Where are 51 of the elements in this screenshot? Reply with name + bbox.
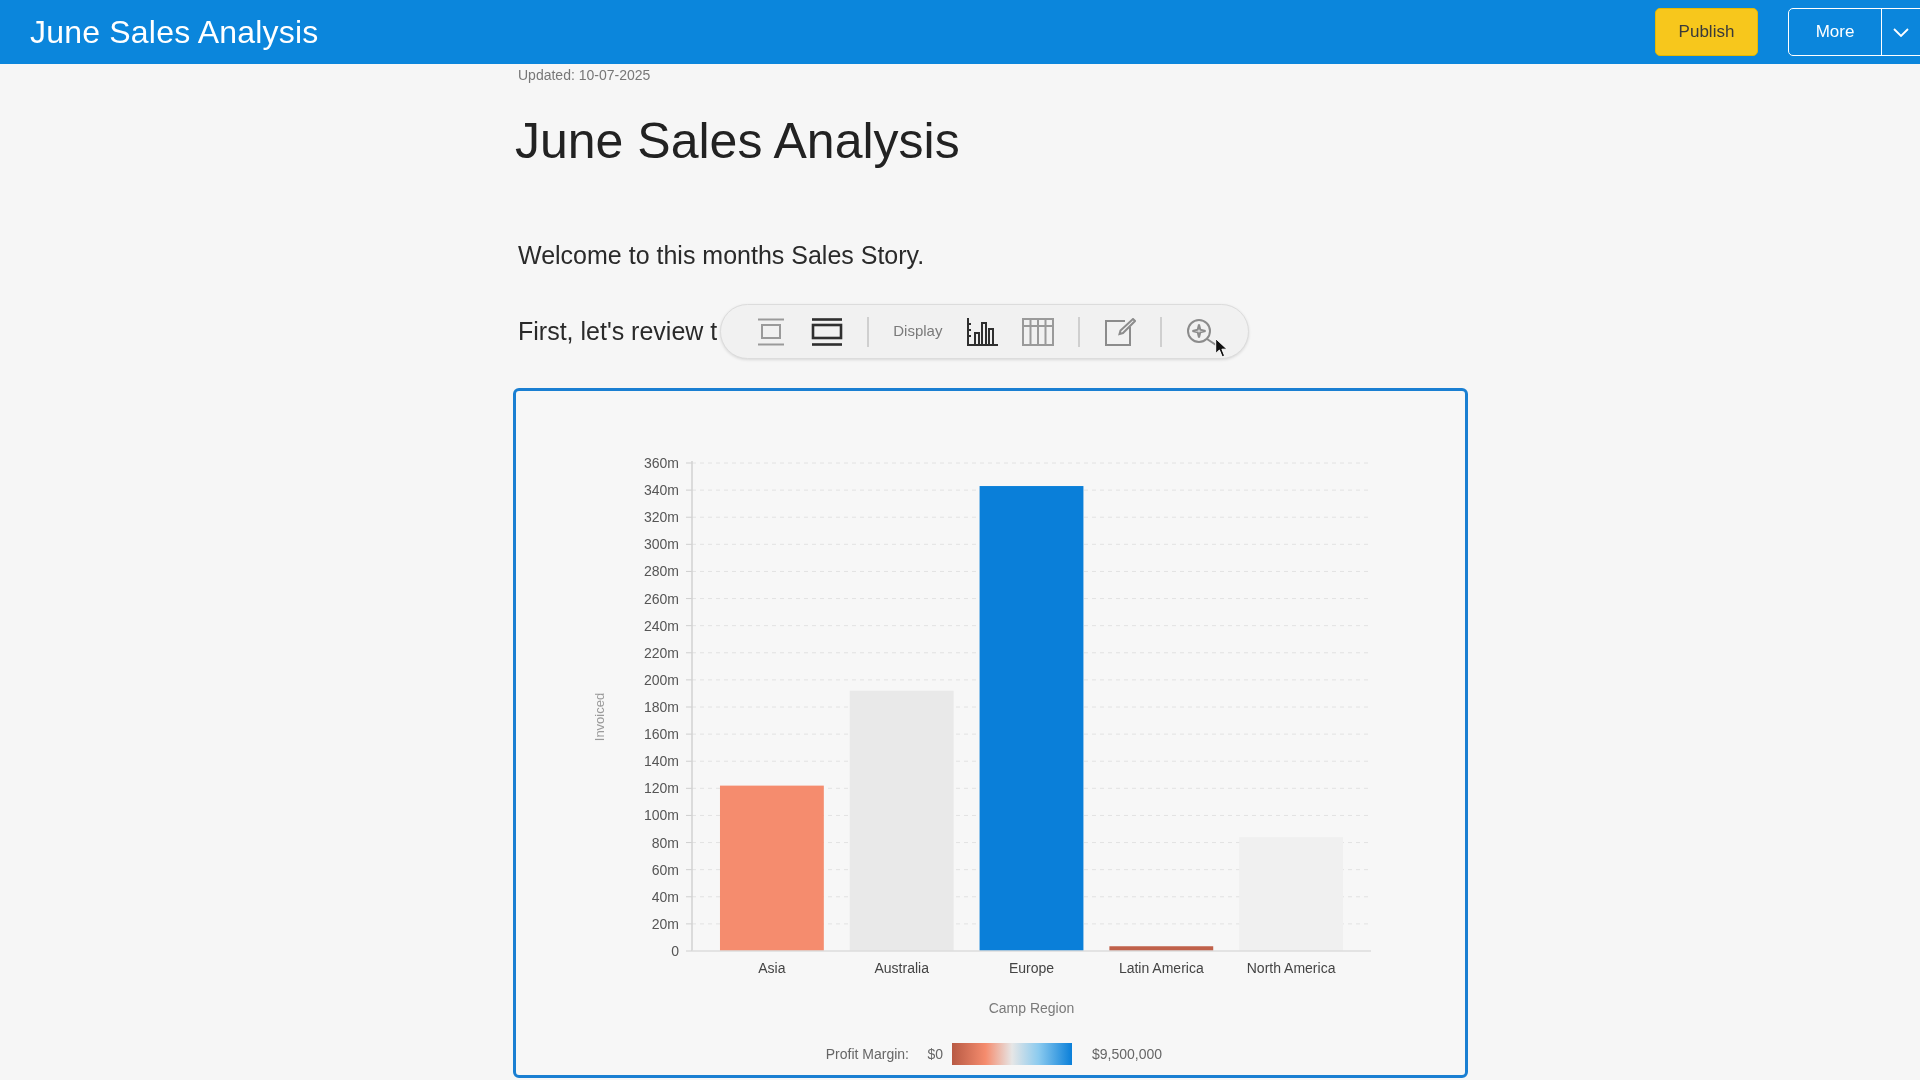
axis-tick-label: 60m xyxy=(651,861,679,878)
axis-category-label: Asia xyxy=(758,960,786,976)
axis-tick-label: 260m xyxy=(643,590,679,607)
axis-tick-label: 360m xyxy=(643,455,679,471)
axis-category-label: Latin America xyxy=(1118,960,1204,976)
axis-tick-label: 100m xyxy=(643,807,679,824)
story-title: June Sales Analysis xyxy=(515,112,961,170)
x-axis-title: Camp Region xyxy=(988,1000,1075,1016)
chart-bar[interactable] xyxy=(979,486,1084,951)
chart-view-button[interactable] xyxy=(966,317,999,346)
axis-tick-label: 340m xyxy=(643,482,679,499)
axis-tick-label: 160m xyxy=(643,726,679,743)
chart-bar[interactable] xyxy=(1109,946,1214,951)
y-axis-title: Invoiced xyxy=(592,692,607,742)
axis-tick-label: 120m xyxy=(643,780,679,797)
axis-tick-label: 20m xyxy=(651,915,679,932)
paragraph-text: First, let's review t xyxy=(518,316,718,347)
axis-tick-label: 180m xyxy=(643,699,679,715)
more-button[interactable]: More xyxy=(1788,8,1882,56)
legend-min-label: $0 xyxy=(927,1046,943,1062)
axis-tick-label: 140m xyxy=(643,753,679,770)
gradient-scale-icon xyxy=(952,1043,1072,1065)
chevron-down-icon xyxy=(1893,27,1909,37)
axis-tick-label: 220m xyxy=(643,644,679,661)
axis-tick-label: 320m xyxy=(643,509,679,526)
pencil-square-icon xyxy=(1104,317,1137,346)
wide-width-button[interactable] xyxy=(811,317,844,346)
axis-tick-label: 200m xyxy=(643,671,679,688)
axis-tick-label: 40m xyxy=(651,888,679,905)
axis-tick-label: 280m xyxy=(643,563,679,580)
updated-date: Updated: 10-07-2025 xyxy=(518,66,652,84)
display-label: Display xyxy=(893,321,943,342)
axis-tick-label: 0 xyxy=(671,943,679,959)
app-title: June Sales Analysis xyxy=(30,13,319,52)
table-view-button[interactable] xyxy=(1022,317,1055,346)
axis-category-label: North America xyxy=(1246,960,1336,976)
axis-tick-label: 80m xyxy=(651,834,679,851)
paragraph-text: Welcome to this months Sales Story. xyxy=(518,240,926,271)
edit-button[interactable] xyxy=(1104,317,1137,346)
axis-tick-label: 240m xyxy=(643,617,679,634)
mouse-pointer-icon xyxy=(1215,338,1229,358)
axis-category-label: Europe xyxy=(1008,960,1055,976)
legend-title: Profit Margin: xyxy=(825,1046,909,1062)
publish-button[interactable]: Publish xyxy=(1655,8,1758,56)
legend-max-label: $9,500,000 xyxy=(1092,1046,1163,1062)
dropdown-toggle-button[interactable] xyxy=(1881,8,1920,56)
axis-category-label: Australia xyxy=(874,960,929,976)
wide-frame-icon xyxy=(811,317,844,346)
table-icon xyxy=(1022,317,1055,346)
bar-chart-icon xyxy=(966,317,999,346)
axis-tick-label: 300m xyxy=(643,536,679,553)
